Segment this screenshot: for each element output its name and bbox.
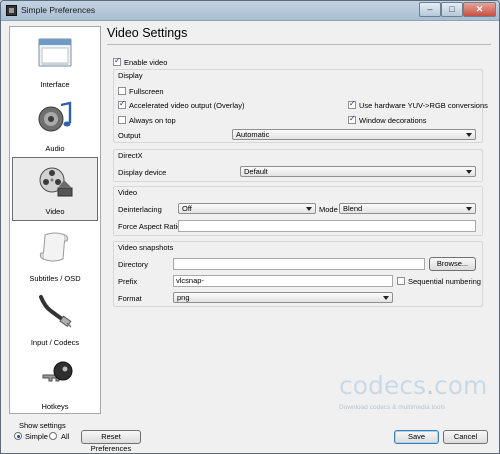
enable-video-checkbox[interactable] xyxy=(113,56,121,66)
deinterlacing-select-value: Off xyxy=(182,204,192,213)
radio-simple-label[interactable]: Simple xyxy=(25,432,48,441)
always-on-top-checkbox[interactable] xyxy=(118,116,126,124)
reset-preferences-button[interactable]: Reset Preferences xyxy=(81,430,141,453)
sidebar-item-label: Input / Codecs xyxy=(30,338,80,347)
sidebar-item-label: Interface xyxy=(40,80,70,89)
output-label: Output xyxy=(118,131,141,140)
sidebar-item-label: Video xyxy=(45,207,65,216)
interface-icon xyxy=(38,38,72,67)
radio-all[interactable] xyxy=(49,432,57,440)
radio-all-label[interactable]: All xyxy=(61,432,69,441)
accelerated-output-checkbox[interactable] xyxy=(118,99,126,109)
video-icon xyxy=(39,167,73,197)
preferences-window: Simple Preferences – □ ✕ Interface Audio xyxy=(0,0,500,454)
mode-select-value: Blend xyxy=(343,204,363,213)
minimize-button[interactable]: – xyxy=(419,2,441,17)
directory-label: Directory xyxy=(118,260,149,269)
show-settings-label: Show settings xyxy=(19,421,66,430)
watermark-logo: codecs.com xyxy=(339,371,488,400)
sidebar-item-label: Audio xyxy=(45,144,65,153)
sidebar-item-interface[interactable]: Interface xyxy=(10,29,100,93)
hotkeys-icon xyxy=(42,361,73,382)
display-group-title: Display xyxy=(118,71,143,80)
vlc-app-icon xyxy=(6,5,17,16)
window-decorations-label[interactable]: Window decorations xyxy=(359,116,427,125)
directory-input[interactable] xyxy=(173,258,425,270)
chevron-down-icon xyxy=(306,207,312,211)
deinterlacing-label: Deinterlacing xyxy=(118,205,162,214)
sidebar-item-input-codecs[interactable]: Input / Codecs xyxy=(10,287,100,351)
page-title: Video Settings xyxy=(107,26,188,40)
hw-yuv-checkbox[interactable] xyxy=(348,99,356,109)
mode-select[interactable]: Blend xyxy=(339,203,476,214)
sidebar-item-label: Subtitles / OSD xyxy=(29,274,81,283)
chevron-down-icon xyxy=(466,170,472,174)
prefix-label: Prefix xyxy=(118,277,138,286)
display-device-label: Display device xyxy=(118,168,167,177)
radio-simple[interactable] xyxy=(14,432,22,440)
deinterlacing-select[interactable]: Off xyxy=(178,203,316,214)
save-button[interactable]: Save xyxy=(394,430,439,444)
browse-button[interactable]: Browse... xyxy=(429,257,476,271)
video-group-title: Video xyxy=(118,188,138,197)
prefix-input[interactable]: vlcsnap- xyxy=(173,275,393,287)
sidebar-item-audio[interactable]: Audio xyxy=(10,93,100,157)
format-select-value: png xyxy=(177,293,190,302)
close-button[interactable]: ✕ xyxy=(463,2,496,17)
fullscreen-checkbox[interactable] xyxy=(118,87,126,95)
output-select-value: Automatic xyxy=(236,130,270,139)
directx-group-title: DirectX xyxy=(118,151,143,160)
output-select[interactable]: Automatic xyxy=(232,129,476,140)
sequential-numbering-label[interactable]: Sequential numbering xyxy=(408,277,481,286)
subtitles-icon xyxy=(39,232,69,262)
title-bar[interactable]: Simple Preferences – □ ✕ xyxy=(1,1,499,21)
window-decorations-checkbox[interactable] xyxy=(348,114,356,124)
accelerated-output-label[interactable]: Accelerated video output (Overlay) xyxy=(129,101,244,110)
category-sidebar: Interface Audio Video Subtitles / OSD In… xyxy=(9,26,101,414)
title-divider xyxy=(107,44,491,45)
always-on-top-label[interactable]: Always on top xyxy=(129,116,176,125)
watermark-tagline: Download codecs & multimedia tools xyxy=(339,404,446,411)
codecs-watermark: codecs.com Download codecs & multimedia … xyxy=(339,371,499,411)
display-device-select-value: Default xyxy=(244,167,268,176)
force-aspect-ratio-label: Force Aspect Ratio xyxy=(118,222,182,231)
sidebar-item-hotkeys[interactable]: Hotkeys xyxy=(10,351,100,415)
sidebar-item-label: Hotkeys xyxy=(41,402,69,411)
input-codecs-icon xyxy=(39,295,72,328)
chevron-down-icon xyxy=(383,296,389,300)
sidebar-item-subtitles[interactable]: Subtitles / OSD xyxy=(10,223,100,287)
video-snapshots-group-title: Video snapshots xyxy=(118,243,174,252)
hw-yuv-label[interactable]: Use hardware YUV->RGB conversions xyxy=(359,101,488,110)
maximize-button[interactable]: □ xyxy=(441,2,463,17)
sidebar-item-video[interactable]: Video xyxy=(12,157,98,221)
chevron-down-icon xyxy=(466,133,472,137)
format-label: Format xyxy=(118,294,142,303)
sequential-numbering-checkbox[interactable] xyxy=(397,277,405,285)
fullscreen-label[interactable]: Fullscreen xyxy=(129,87,164,96)
format-select[interactable]: png xyxy=(173,292,393,303)
mode-label: Mode xyxy=(319,205,338,214)
aspect-ratio-input[interactable] xyxy=(178,220,476,232)
enable-video-label[interactable]: Enable video xyxy=(124,58,167,67)
window-title: Simple Preferences xyxy=(21,5,96,15)
chevron-down-icon xyxy=(466,207,472,211)
cancel-button[interactable]: Cancel xyxy=(443,430,488,444)
audio-icon xyxy=(38,101,72,132)
display-device-select[interactable]: Default xyxy=(240,166,476,177)
